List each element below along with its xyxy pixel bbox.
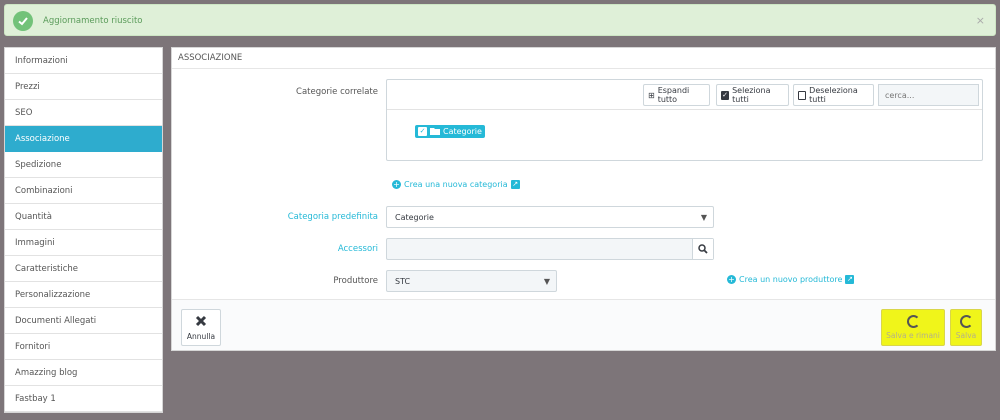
alert-message: Aggiornamento riuscito [43,16,143,26]
sidebar-item-spedizione[interactable]: Spedizione [5,152,162,178]
sidebar-item-informazioni[interactable]: Informazioni [5,48,162,74]
new-category-link[interactable]: + Crea una nuova categoria ↗ [392,180,520,189]
select-all-label: Seleziona tutti [732,86,771,104]
chevron-down-icon: ▼ [700,213,707,222]
sidebar-item-combinazioni[interactable]: Combinazioni [5,178,162,204]
loading-spinner-icon [906,315,920,328]
expand-all-button[interactable]: ⊞ Espandi tutto [643,84,710,106]
close-x-icon [195,315,207,329]
empty-box-icon [798,90,807,100]
categorie-correlate-label: Categorie correlate [296,87,378,97]
deselect-all-label: Deseleziona tutti [809,86,858,104]
sidebar-item-amazzing-blog[interactable]: Amazzing blog [5,360,162,386]
save-and-stay-button[interactable]: Salva e rimani [881,309,945,346]
new-category-label: Crea una nuova categoria [404,180,508,189]
tree-node-categorie[interactable]: ✓ Categorie [415,125,485,138]
accessories-label: Accessori [337,244,378,254]
folder-icon [430,127,440,137]
manufacturer-label: Produttore [333,276,378,286]
expand-icon: ⊞ [648,90,655,100]
save-label: Salva [955,331,977,340]
checked-box-icon: ✓ [721,90,730,100]
plus-circle-icon: + [392,179,401,189]
sidebar-item-quantita[interactable]: Quantità [5,204,162,230]
default-category-value: Categorie [395,212,434,222]
association-panel: ASSOCIAZIONE Categorie correlate ⊞ Espan… [171,47,996,351]
sidebar-item-caratteristiche[interactable]: Caratteristiche [5,256,162,282]
tree-search-input[interactable] [878,84,979,106]
tree-toolbar: ⊞ Espandi tutto ✓ Seleziona tutti Desele… [387,80,982,110]
cancel-label: Annulla [186,331,216,341]
category-tree: ⊞ Espandi tutto ✓ Seleziona tutti Desele… [386,79,983,161]
loading-spinner-icon [959,315,973,328]
accessories-input[interactable] [387,239,693,259]
sidebar-item-associazione[interactable]: Associazione [5,126,162,152]
check-circle-icon [13,11,33,31]
deselect-all-button[interactable]: Deseleziona tutti [793,84,874,106]
alert-close-icon[interactable]: × [976,14,985,27]
sidebar-item-fornitori[interactable]: Fornitori [5,334,162,360]
external-link-icon: ↗ [845,275,855,284]
tree-node-label: Categorie [443,127,482,136]
plus-circle-icon: + [727,274,736,284]
manufacturer-value: STC [395,276,411,286]
manufacturer-select[interactable]: STC ▼ [386,270,557,292]
sidebar-item-fastbay[interactable]: Fastbay 1 [5,386,162,412]
success-alert: Aggiornamento riuscito × [4,4,996,36]
sidebar-item-prezzi[interactable]: Prezzi [5,74,162,100]
save-and-stay-label: Salva e rimani [886,331,940,340]
product-tabs-sidebar: Informazioni Prezzi SEO Associazione Spe… [4,47,163,413]
external-link-icon: ↗ [510,180,520,189]
sidebar-item-immagini[interactable]: Immagini [5,230,162,256]
expand-all-label: Espandi tutto [657,86,690,104]
sidebar-item-documenti-allegati[interactable]: Documenti Allegati [5,308,162,334]
accessories-input-group [386,238,714,260]
node-checkbox-icon[interactable]: ✓ [418,127,427,136]
select-all-button[interactable]: ✓ Seleziona tutti [716,84,789,106]
new-manufacturer-link[interactable]: + Crea un nuovo produttore ↗ [727,274,855,284]
search-icon[interactable] [692,239,713,259]
default-category-label: Categoria predefinita [287,212,378,222]
panel-footer: Annulla Salva e rimani Salva [172,299,995,350]
panel-title: ASSOCIAZIONE [172,48,995,69]
default-category-select[interactable]: Categorie ▼ [386,206,714,228]
new-manufacturer-label: Crea un nuovo produttore [739,275,843,284]
caret-down-icon: ▼ [543,277,550,286]
cancel-button[interactable]: Annulla [181,309,221,346]
sidebar-item-seo[interactable]: SEO [5,100,162,126]
sidebar-item-personalizzazione[interactable]: Personalizzazione [5,282,162,308]
save-button[interactable]: Salva [950,309,982,346]
